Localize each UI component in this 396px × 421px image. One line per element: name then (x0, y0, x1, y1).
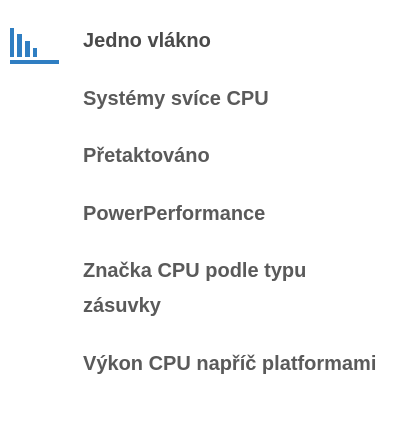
bar-chart-icon (10, 25, 60, 65)
nav-item-overclocked[interactable]: Přetaktováno (83, 139, 383, 174)
nav-item-power-performance[interactable]: PowerPerformance (83, 197, 383, 232)
category-nav-menu: Jedno vlákno Systémy svíce CPU Přetaktov… (0, 0, 396, 421)
nav-item-cpu-performance-across-platforms[interactable]: Výkon CPU napříč platformami (83, 347, 383, 382)
nav-item-single-thread[interactable]: Jedno vlákno (83, 24, 383, 59)
nav-item-multi-cpu-systems[interactable]: Systémy svíce CPU (83, 82, 383, 117)
nav-item-cpu-brand-by-socket[interactable]: Značka CPU podle typu zásuvky (83, 254, 383, 324)
